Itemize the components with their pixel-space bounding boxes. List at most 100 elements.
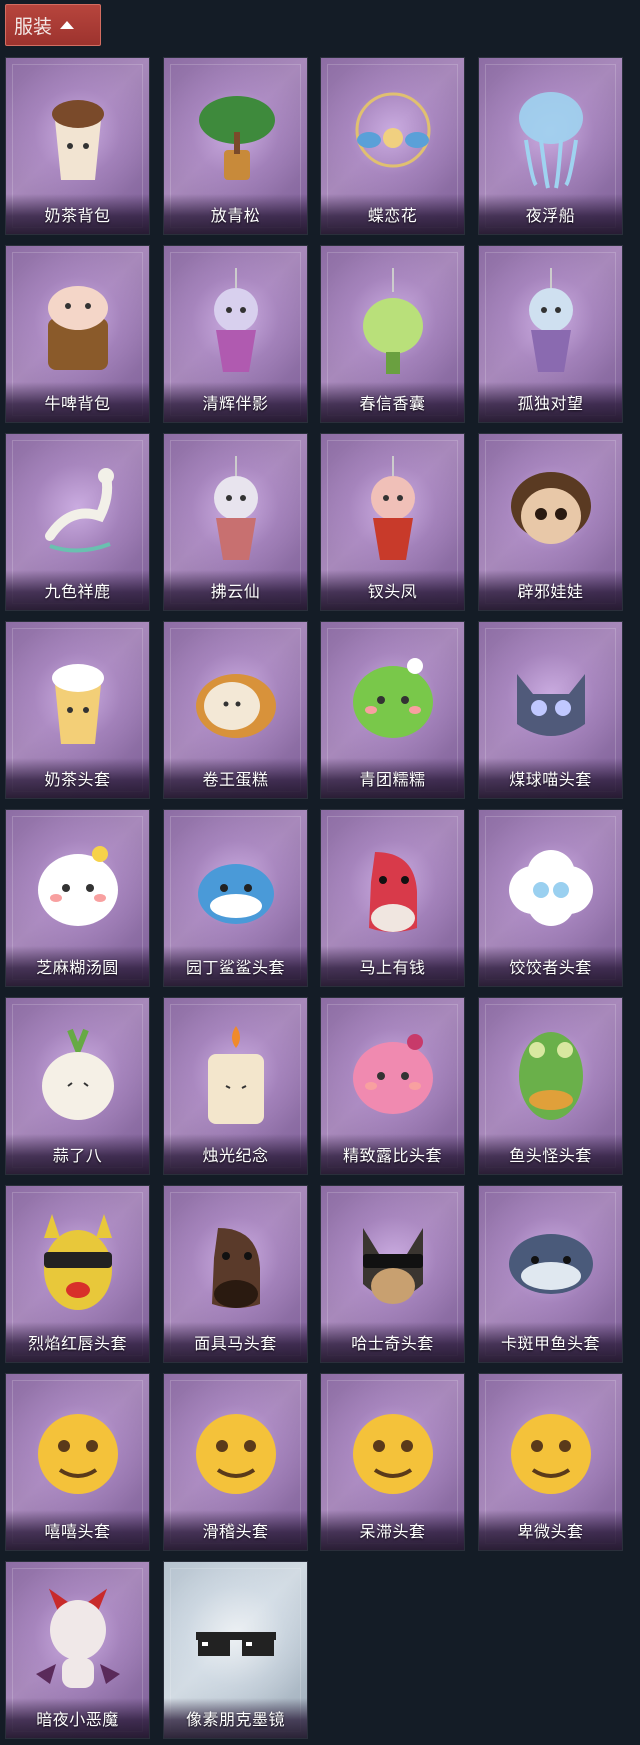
- item-name: 精致露比头套: [342, 1146, 442, 1165]
- pixel-sunglasses-icon: [188, 1580, 284, 1698]
- item-card[interactable]: 园丁鲨鲨头套: [163, 809, 308, 987]
- red-horse-head-icon: [345, 828, 441, 946]
- milk-tea-backpack-icon: [30, 76, 126, 194]
- item-name: 辟邪娃娃: [517, 582, 584, 601]
- item-card[interactable]: 芝麻糊汤圆: [5, 809, 150, 987]
- horse-mask-icon: [188, 1204, 284, 1322]
- item-card[interactable]: 放青松: [163, 57, 308, 235]
- black-cat-head-icon: [503, 640, 599, 758]
- milk-tea-head-icon: [30, 640, 126, 758]
- item-name: 呆滞头套: [359, 1522, 426, 1541]
- deer-charm-icon: [30, 452, 126, 570]
- item-card[interactable]: 卑微头套: [478, 1373, 623, 1551]
- item-name: 嘻嘻头套: [44, 1522, 111, 1541]
- green-dumpling-head-icon: [345, 640, 441, 758]
- item-name: 放青松: [210, 206, 261, 225]
- item-card[interactable]: 马上有钱: [320, 809, 465, 987]
- item-name: 拂云仙: [210, 582, 261, 601]
- item-name: 夜浮船: [525, 206, 576, 225]
- pink-beaver-head-icon: [345, 1016, 441, 1134]
- item-card[interactable]: 精致露比头套: [320, 997, 465, 1175]
- rice-ball-head-icon: [30, 828, 126, 946]
- item-name: 卷王蛋糕: [202, 770, 269, 789]
- husky-head-icon: [345, 1204, 441, 1322]
- item-name: 烛光纪念: [202, 1146, 269, 1165]
- item-card[interactable]: 像素朋克墨镜: [163, 1561, 308, 1739]
- item-name: 奶茶背包: [44, 206, 111, 225]
- dazed-emoji-head-icon: [345, 1392, 441, 1510]
- item-card[interactable]: 奶茶背包: [5, 57, 150, 235]
- item-card[interactable]: 卡斑甲鱼头套: [478, 1185, 623, 1363]
- item-name: 春信香囊: [359, 394, 426, 413]
- item-name: 暗夜小恶魔: [36, 1710, 119, 1729]
- item-card[interactable]: 烈焰红唇头套: [5, 1185, 150, 1363]
- roll-cake-head-icon: [188, 640, 284, 758]
- bonsai-pine-icon: [188, 76, 284, 194]
- little-devil-icon: [30, 1580, 126, 1698]
- candle-head-icon: [188, 1016, 284, 1134]
- item-card[interactable]: 牛啤背包: [5, 245, 150, 423]
- item-card[interactable]: 哈士奇头套: [320, 1185, 465, 1363]
- item-grid: 奶茶背包 放青松 蝶恋花 夜浮船牛啤背包 清辉伴影 春信香囊 孤独对望九色祥鹿 拂云仙 钗头凤 辟…: [0, 0, 640, 1745]
- item-name: 哈士奇头套: [351, 1334, 434, 1353]
- item-card[interactable]: 青团糯糯: [320, 621, 465, 799]
- item-name: 清辉伴影: [202, 394, 269, 413]
- item-card[interactable]: 清辉伴影: [163, 245, 308, 423]
- item-name: 像素朋克墨镜: [185, 1710, 285, 1729]
- item-name: 煤球喵头套: [509, 770, 592, 789]
- item-card[interactable]: 蝶恋花: [320, 57, 465, 235]
- item-name: 蝶恋花: [367, 206, 418, 225]
- item-card[interactable]: 春信香囊: [320, 245, 465, 423]
- item-name: 青团糯糯: [359, 770, 426, 789]
- item-name: 九色祥鹿: [44, 582, 111, 601]
- butterfly-ornament-icon: [345, 76, 441, 194]
- item-name: 钗头凤: [367, 582, 418, 601]
- item-card[interactable]: 卷王蛋糕: [163, 621, 308, 799]
- item-card[interactable]: 嘻嘻头套: [5, 1373, 150, 1551]
- item-name: 卡斑甲鱼头套: [500, 1334, 600, 1353]
- item-name: 滑稽头套: [202, 1522, 269, 1541]
- doll-head-icon: [503, 452, 599, 570]
- item-name: 蒜了八: [52, 1146, 103, 1165]
- item-card[interactable]: 滑稽头套: [163, 1373, 308, 1551]
- item-name: 园丁鲨鲨头套: [185, 958, 285, 977]
- jellyfish-charm-icon: [503, 76, 599, 194]
- phoenix-crown-doll-icon: [345, 452, 441, 570]
- whale-head-icon: [503, 1204, 599, 1322]
- garlic-head-icon: [30, 1016, 126, 1134]
- item-card[interactable]: 面具马头套: [163, 1185, 308, 1363]
- item-card[interactable]: 奶茶头套: [5, 621, 150, 799]
- item-card[interactable]: 夜浮船: [478, 57, 623, 235]
- cow-beer-backpack-icon: [30, 264, 126, 382]
- item-name: 饺饺者头套: [509, 958, 592, 977]
- silver-hair-doll-icon: [188, 264, 284, 382]
- item-card[interactable]: 钗头凤: [320, 433, 465, 611]
- item-name: 烈焰红唇头套: [27, 1334, 127, 1353]
- yellow-mask-head-icon: [30, 1204, 126, 1322]
- item-card[interactable]: 呆滞头套: [320, 1373, 465, 1551]
- item-name: 卑微头套: [517, 1522, 584, 1541]
- humble-emoji-head-icon: [503, 1392, 599, 1510]
- item-card[interactable]: 拂云仙: [163, 433, 308, 611]
- item-card[interactable]: 煤球喵头套: [478, 621, 623, 799]
- cloud-head-icon: [503, 828, 599, 946]
- item-name: 马上有钱: [359, 958, 426, 977]
- green-sachet-icon: [345, 264, 441, 382]
- item-card[interactable]: 烛光纪念: [163, 997, 308, 1175]
- fish-head-icon: [503, 1016, 599, 1134]
- item-card[interactable]: 辟邪娃娃: [478, 433, 623, 611]
- item-card[interactable]: 暗夜小恶魔: [5, 1561, 150, 1739]
- funny-emoji-head-icon: [188, 1392, 284, 1510]
- item-name: 面具马头套: [194, 1334, 277, 1353]
- item-card[interactable]: 鱼头怪头套: [478, 997, 623, 1175]
- item-card[interactable]: 九色祥鹿: [5, 433, 150, 611]
- immortal-charm-icon: [188, 452, 284, 570]
- item-card[interactable]: 饺饺者头套: [478, 809, 623, 987]
- item-card[interactable]: 蒜了八: [5, 997, 150, 1175]
- item-card[interactable]: 孤独对望: [478, 245, 623, 423]
- grin-emoji-head-icon: [30, 1392, 126, 1510]
- item-name: 鱼头怪头套: [509, 1146, 592, 1165]
- shark-head-icon: [188, 828, 284, 946]
- doll-charm-icon: [503, 264, 599, 382]
- item-name: 芝麻糊汤圆: [36, 958, 119, 977]
